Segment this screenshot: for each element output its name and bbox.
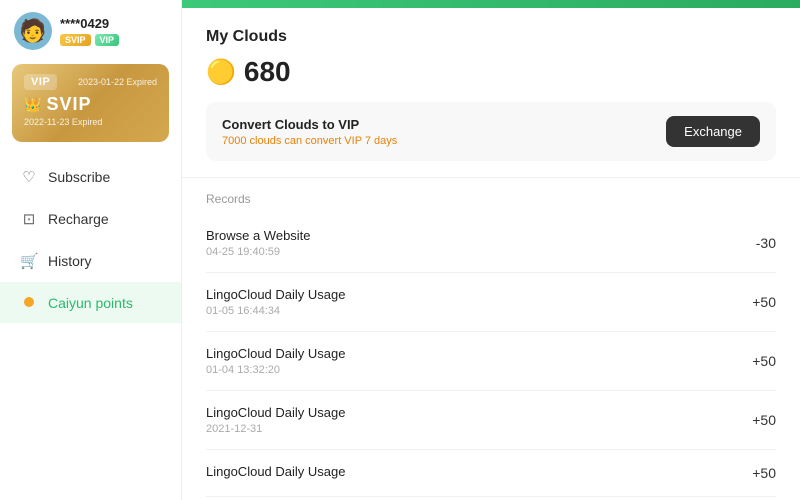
caiyun-dot-icon (20, 294, 38, 311)
record-title: LingoCloud Daily Usage (206, 287, 345, 302)
sidebar-item-label-caiyun: Caiyun points (48, 295, 133, 311)
record-time: 01-04 13:32:20 (206, 364, 345, 376)
sidebar: 🧑 ****0429 SVIP VIP VIP 2023-01-22 Expir… (0, 0, 182, 500)
sidebar-nav: ♡ Subscribe ⊡ Recharge 🛒 History Caiyun … (0, 152, 181, 327)
convert-description: 7000 clouds can convert VIP 7 days (222, 135, 397, 147)
svip-label: SVIP (46, 94, 91, 115)
record-item: LingoCloud Daily Usage 01-04 13:32:20 +5… (206, 332, 776, 391)
vip-card: VIP 2023-01-22 Expired 👑 SVIP 2022-11-23… (12, 64, 169, 142)
svip-logo: 👑 SVIP (24, 94, 157, 115)
vip-card-top: VIP 2023-01-22 Expired (24, 74, 157, 90)
svip-crown-icon: 👑 (24, 96, 42, 113)
sidebar-item-label-recharge: Recharge (48, 211, 109, 227)
profile-section: 🧑 ****0429 SVIP VIP (0, 0, 181, 58)
record-amount: +50 (752, 353, 776, 369)
sidebar-item-recharge[interactable]: ⊡ Recharge (0, 198, 181, 240)
clouds-title: My Clouds (206, 28, 776, 46)
avatar: 🧑 (14, 12, 52, 50)
record-amount: +50 (752, 294, 776, 310)
sidebar-item-caiyun-points[interactable]: Caiyun points (0, 282, 181, 323)
dot-icon (24, 297, 34, 307)
records-section: Records Browse a Website 04-25 19:40:59 … (182, 178, 800, 497)
vip-badge: VIP (95, 34, 120, 46)
clouds-amount: 🟡 680 (206, 56, 776, 88)
record-time: 04-25 19:40:59 (206, 246, 311, 258)
record-amount: +50 (752, 465, 776, 481)
convert-section: Convert Clouds to VIP 7000 clouds can co… (206, 102, 776, 161)
vip-label: VIP (24, 74, 57, 90)
record-info: LingoCloud Daily Usage (206, 464, 345, 482)
record-item: LingoCloud Daily Usage 01-05 16:44:34 +5… (206, 273, 776, 332)
sidebar-item-subscribe[interactable]: ♡ Subscribe (0, 156, 181, 198)
exchange-button[interactable]: Exchange (666, 116, 760, 147)
record-time: 2021-12-31 (206, 423, 345, 435)
cloud-coin-icon: 🟡 (206, 58, 236, 87)
record-amount: -30 (756, 235, 776, 251)
svip-expiry: 2022-11-23 Expired (24, 117, 157, 127)
record-title: LingoCloud Daily Usage (206, 464, 345, 479)
records-label: Records (206, 178, 776, 214)
avatar-icon: 🧑 (19, 20, 46, 42)
record-item: LingoCloud Daily Usage 2021-12-31 +50 (206, 391, 776, 450)
sidebar-item-history[interactable]: 🛒 History (0, 240, 181, 282)
record-info: Browse a Website 04-25 19:40:59 (206, 228, 311, 258)
profile-info: ****0429 SVIP VIP (60, 16, 119, 46)
record-amount: +50 (752, 412, 776, 428)
svip-badge: SVIP (60, 34, 91, 46)
record-title: Browse a Website (206, 228, 311, 243)
sidebar-item-label-subscribe: Subscribe (48, 169, 110, 185)
main-content: My Clouds 🟡 680 Convert Clouds to VIP 70… (182, 0, 800, 500)
convert-text: Convert Clouds to VIP 7000 clouds can co… (222, 117, 397, 147)
vip-badge-label: VIP (100, 35, 115, 45)
record-title: LingoCloud Daily Usage (206, 346, 345, 361)
record-info: LingoCloud Daily Usage 01-05 16:44:34 (206, 287, 345, 317)
content-area: My Clouds 🟡 680 Convert Clouds to VIP 70… (182, 8, 800, 500)
recharge-icon: ⊡ (20, 210, 38, 228)
subscribe-icon: ♡ (20, 168, 38, 186)
record-item: LingoCloud Daily Usage +50 (206, 450, 776, 497)
sidebar-item-label-history: History (48, 253, 92, 269)
convert-title: Convert Clouds to VIP (222, 117, 397, 132)
record-title: LingoCloud Daily Usage (206, 405, 345, 420)
cloud-amount-value: 680 (244, 56, 291, 88)
history-icon: 🛒 (20, 252, 38, 270)
record-time: 01-05 16:44:34 (206, 305, 345, 317)
record-info: LingoCloud Daily Usage 01-04 13:32:20 (206, 346, 345, 376)
top-bar (182, 0, 800, 8)
svip-badge-label: SVIP (65, 35, 86, 45)
badges: SVIP VIP (60, 34, 119, 46)
record-info: LingoCloud Daily Usage 2021-12-31 (206, 405, 345, 435)
clouds-header: My Clouds 🟡 680 Convert Clouds to VIP 70… (182, 8, 800, 178)
username: ****0429 (60, 16, 119, 31)
vip-expiry: 2023-01-22 Expired (78, 77, 157, 87)
record-item: Browse a Website 04-25 19:40:59 -30 (206, 214, 776, 273)
